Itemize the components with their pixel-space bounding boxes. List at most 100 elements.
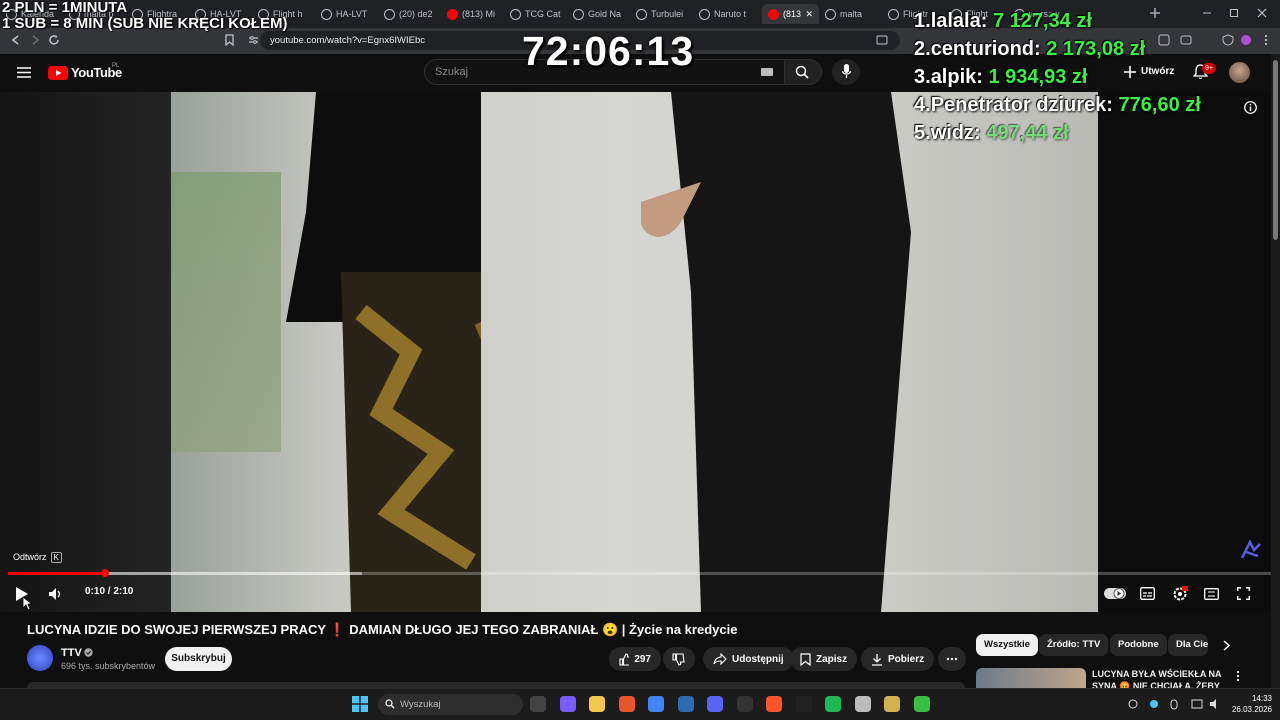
progress-played xyxy=(8,572,106,575)
tab-favicon-icon xyxy=(573,8,584,20)
recommendation-title[interactable]: LUCYNA BYŁA WŚCIEKŁA NA SYNA 😡 NIE CHCIA… xyxy=(1092,668,1222,690)
save-button[interactable]: Zapisz xyxy=(790,647,858,671)
channel-avatar[interactable] xyxy=(27,645,53,671)
autoplay-toggle-icon[interactable] xyxy=(1104,587,1126,600)
thumbs-up-icon xyxy=(619,652,630,666)
page-scrollbar[interactable] xyxy=(1271,54,1280,688)
profile-extension-icon[interactable] xyxy=(1240,34,1252,46)
like-count: 297 xyxy=(634,653,651,665)
file-explorer-icon[interactable] xyxy=(589,696,605,712)
clock-date: 26.03.2026 xyxy=(1231,705,1272,714)
tab-favicon-icon xyxy=(510,8,521,20)
app-icon[interactable] xyxy=(884,696,900,712)
info-icon[interactable] xyxy=(1244,101,1257,114)
shield-icon[interactable] xyxy=(1222,34,1234,46)
region-label: PL xyxy=(112,63,120,69)
share-button[interactable]: Udostępnij xyxy=(703,647,794,671)
subathon-timer: 72:06:13 xyxy=(522,28,695,74)
share-icon xyxy=(713,653,727,665)
settings-gear-icon[interactable] xyxy=(1172,586,1188,602)
reload-icon[interactable] xyxy=(48,34,60,46)
channel-watermark-icon[interactable] xyxy=(1240,540,1262,560)
hamburger-menu-icon[interactable] xyxy=(17,67,31,78)
channel-name[interactable]: TTV xyxy=(61,647,82,659)
subtitles-icon[interactable] xyxy=(1140,587,1155,600)
time-display: 0:10 / 2:10 xyxy=(85,586,134,597)
chip-related[interactable]: Podobne xyxy=(1110,634,1167,656)
tab-favicon-icon xyxy=(636,8,647,20)
youtube-logo-icon[interactable] xyxy=(48,66,68,80)
chrome-icon[interactable] xyxy=(648,696,664,712)
brave-beta-icon[interactable] xyxy=(766,696,782,712)
browser-tab[interactable]: (20) de2 xyxy=(384,4,441,24)
obs-icon[interactable] xyxy=(736,696,753,712)
download-button[interactable]: Pobierz xyxy=(861,647,935,671)
rockstar-icon[interactable] xyxy=(913,696,930,712)
calculator-icon[interactable] xyxy=(854,696,871,712)
more-horizontal-icon xyxy=(946,657,958,661)
brave-icon[interactable] xyxy=(618,696,635,712)
tab-title: Turbulei xyxy=(651,9,684,19)
account-avatar[interactable] xyxy=(1229,62,1250,83)
site-info-icon[interactable] xyxy=(248,35,259,45)
minimize-icon[interactable] xyxy=(1202,8,1212,18)
thumbs-down-icon xyxy=(672,652,685,666)
chip-all[interactable]: Wszystkie xyxy=(976,634,1038,656)
like-button[interactable]: 297 xyxy=(609,647,661,671)
tab-title: Gold Na xyxy=(588,9,622,19)
fullscreen-icon[interactable] xyxy=(1237,587,1250,600)
chip-source[interactable]: Źródło: TTV xyxy=(1039,634,1109,656)
recommendation-menu-icon[interactable] xyxy=(1236,670,1240,682)
leaderboard-entry: 2.centuriond: 2 173,08 zł xyxy=(914,38,1146,60)
taskbar-clock[interactable]: 14:33 26.03.2026 xyxy=(1228,693,1272,715)
tab-favicon-icon xyxy=(888,8,899,20)
rate-line-2: 1 SUB = 8 MIN (SUB NIE KRĘCI KOŁEM) xyxy=(2,15,288,32)
mouse-cursor-icon xyxy=(22,597,32,611)
browser-tab[interactable]: Turbulei xyxy=(636,4,693,24)
back-icon[interactable] xyxy=(10,34,22,46)
tab-close-icon[interactable]: ✕ xyxy=(805,9,813,20)
browser-tab[interactable]: (813 ✕ xyxy=(762,4,819,24)
spotify-icon[interactable] xyxy=(825,696,841,712)
donation-rate-overlay: 2 PLN = 1MINUTA 1 SUB = 8 MIN (SUB NIE K… xyxy=(2,0,287,32)
browser-tab[interactable]: TCG Cat xyxy=(510,4,567,24)
dislike-button[interactable] xyxy=(663,647,695,671)
miniplayer-icon[interactable] xyxy=(1204,588,1219,600)
tab-favicon-icon xyxy=(768,8,779,20)
recommendation-thumbnail[interactable] xyxy=(976,668,1086,690)
maximize-icon[interactable] xyxy=(1229,8,1239,18)
browser-tab[interactable]: HA-LVT xyxy=(321,4,378,24)
browser-tab[interactable]: malta xyxy=(825,4,882,24)
chip-for-you[interactable]: Dla Ciebie xyxy=(1168,634,1208,656)
tray-icons[interactable] xyxy=(1128,698,1220,710)
muza-icon[interactable] xyxy=(795,696,812,712)
video-scene-figure-left xyxy=(286,92,481,612)
task-view-icon[interactable] xyxy=(530,696,546,712)
discord-icon[interactable] xyxy=(707,696,723,712)
volume-icon[interactable] xyxy=(48,587,62,601)
cast-icon[interactable] xyxy=(876,34,888,46)
more-actions-button[interactable] xyxy=(938,647,966,671)
forward-icon[interactable] xyxy=(29,34,41,46)
tab-title: (813 xyxy=(783,9,802,19)
keyboard-icon[interactable] xyxy=(761,68,773,76)
browser-tab[interactable]: (813) Mi xyxy=(447,4,504,24)
tab-favicon-icon xyxy=(447,8,458,20)
bookmark-icon[interactable] xyxy=(224,34,235,46)
close-window-icon[interactable] xyxy=(1257,8,1267,18)
taskbar-search-input[interactable]: Wyszukaj xyxy=(378,694,523,715)
browser-menu-icon[interactable] xyxy=(1262,34,1270,46)
subscribe-button[interactable]: Subskrybuj xyxy=(165,647,232,671)
video-title: LUCYNA IDZIE DO SWOJEJ PIERWSZEJ PRACY ❗… xyxy=(27,622,738,637)
video-frame[interactable] xyxy=(171,92,1098,612)
browser-tab[interactable]: Naruto t xyxy=(699,4,756,24)
tab-favicon-icon xyxy=(384,8,395,20)
chevron-right-icon[interactable] xyxy=(1222,640,1230,651)
tab-favicon-icon xyxy=(321,8,332,20)
windows-taskbar xyxy=(0,688,1280,720)
windows-start-icon[interactable] xyxy=(352,696,368,712)
copilot-icon[interactable] xyxy=(559,696,576,712)
store-icon[interactable] xyxy=(677,696,694,712)
page-scrollbar-thumb[interactable] xyxy=(1273,60,1278,240)
browser-tab[interactable]: Gold Na xyxy=(573,4,630,24)
